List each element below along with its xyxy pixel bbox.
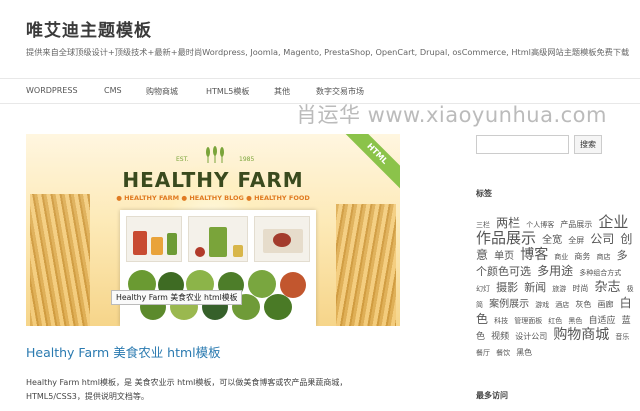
tag-link[interactable]: 商店 <box>596 253 610 261</box>
watermark: 肖运华 www.xiaoyunhua.com <box>296 103 607 127</box>
tag-link[interactable]: 产品展示 <box>560 220 592 229</box>
post-featured-image[interactable]: EST. 1985 HEALTHY FARM ● HEALTHY FARM ● … <box>26 134 400 326</box>
tag-link[interactable]: 个人博客 <box>526 221 554 229</box>
nav-item-html5[interactable]: HTML5模板 <box>206 86 249 97</box>
tag-link[interactable]: 灰色 <box>575 300 591 309</box>
popular-widget-title: 最多访问 <box>476 391 508 400</box>
tag-link[interactable]: 管理面板 <box>514 317 542 325</box>
tag-link[interactable]: 自适应 <box>588 316 615 326</box>
tag-link[interactable]: 全屏 <box>568 236 584 245</box>
tags-widget-title: 标签 <box>476 189 492 198</box>
tag-link[interactable]: 公司 <box>590 232 614 246</box>
tag-link[interactable]: 科技 <box>494 317 508 325</box>
tag-link[interactable]: 三栏 <box>476 221 490 229</box>
tag-link[interactable]: 餐厅 <box>476 349 490 357</box>
post-excerpt-line: HTML5/CSS3，提供说明文档等。 <box>26 392 149 401</box>
hero-year-label: 1985 <box>239 156 255 163</box>
product-pack <box>167 233 177 255</box>
tag-link[interactable]: 画廊 <box>597 300 613 309</box>
product-jar <box>151 237 163 255</box>
template-screens-preview <box>120 210 316 326</box>
hero-est-label: EST. <box>176 156 189 163</box>
tag-link[interactable]: 黑色 <box>516 348 532 357</box>
tag-link[interactable]: 黑色 <box>568 317 582 325</box>
grid-image <box>264 294 292 320</box>
hero-subtitle: ● HEALTHY FARM ● HEALTHY BLOG ● HEALTHY … <box>116 194 310 202</box>
product-box <box>233 245 243 257</box>
nav-item-shop[interactable]: 购物商城 <box>146 86 178 97</box>
tag-cloud: 三栏 两栏 个人博客 产品展示 企业作品展示 全宽 全屏 公司 创意 单页 博客… <box>476 214 634 358</box>
tag-link[interactable]: 音乐 <box>615 333 629 341</box>
tag-link[interactable]: 博客 <box>520 247 548 263</box>
product-bottle <box>209 227 227 257</box>
product-fruit <box>273 233 291 247</box>
tag-link[interactable]: 摄影 <box>496 281 518 294</box>
nav-item-marketplace[interactable]: 数字交易市场 <box>316 86 364 97</box>
site-description: 提供来自全球顶级设计+顶级技术+最新+最时尚Wordpress, Joomla,… <box>26 47 630 57</box>
nav-item-wordpress[interactable]: WORDPRESS <box>26 86 78 95</box>
tag-link[interactable]: 杂志 <box>594 280 620 295</box>
site-title[interactable]: 唯艾迪主题模板 <box>26 16 152 41</box>
tag-link[interactable]: 时尚 <box>572 284 588 293</box>
tag-link[interactable]: 视频 <box>491 332 509 342</box>
grid-image <box>248 270 276 298</box>
hero-title: HEALTHY FARM <box>122 168 304 192</box>
tag-link[interactable]: 酒店 <box>555 301 569 309</box>
screen-thumb <box>126 216 182 262</box>
tag-link[interactable]: 游戏 <box>535 301 549 309</box>
tag-link[interactable]: 多种组合方式 <box>579 269 621 277</box>
tag-link[interactable]: 幻灯 <box>476 285 490 293</box>
search-input[interactable] <box>476 135 569 154</box>
nav-item-other[interactable]: 其他 <box>274 86 290 97</box>
tag-link[interactable]: 新闻 <box>524 281 546 294</box>
tag-link[interactable]: 购物商城 <box>553 327 609 343</box>
tag-link[interactable]: 案例展示 <box>489 299 529 310</box>
grid-image <box>280 272 306 298</box>
post-excerpt: Healthy Farm html模板，是 美食农业示 html模板，可以做美食… <box>26 376 406 404</box>
tag-link[interactable]: 设计公司 <box>515 332 547 341</box>
screen-thumb <box>188 216 248 262</box>
tag-link[interactable]: 全宽 <box>542 235 562 246</box>
product-fruit <box>195 247 205 257</box>
tag-link[interactable]: 单页 <box>494 251 514 262</box>
hero-wheat-left <box>30 194 90 326</box>
tag-link[interactable]: 多用途 <box>537 264 573 278</box>
nav-item-cms[interactable]: CMS <box>104 86 122 95</box>
product-bottle <box>133 231 147 255</box>
wheat-logo-icon <box>206 146 224 163</box>
post-title-link[interactable]: Healthy Farm 美食农业 html模板 <box>26 342 221 361</box>
tag-link[interactable]: 两栏 <box>496 216 520 230</box>
tag-link[interactable]: 餐饮 <box>496 349 510 357</box>
search-button[interactable]: 搜索 <box>574 135 602 154</box>
hero-wheat-right <box>336 204 396 326</box>
screen-thumb <box>254 216 310 262</box>
image-tooltip: Healthy Farm 美食农业 html模板 <box>111 290 243 305</box>
tag-link[interactable]: 红色 <box>548 317 562 325</box>
tag-link[interactable]: 旅游 <box>552 285 566 293</box>
tag-link[interactable]: 商务 <box>574 252 590 261</box>
post-excerpt-line: Healthy Farm html模板，是 美食农业示 html模板，可以做美食… <box>26 378 348 387</box>
tag-link[interactable]: 商业 <box>554 253 568 261</box>
